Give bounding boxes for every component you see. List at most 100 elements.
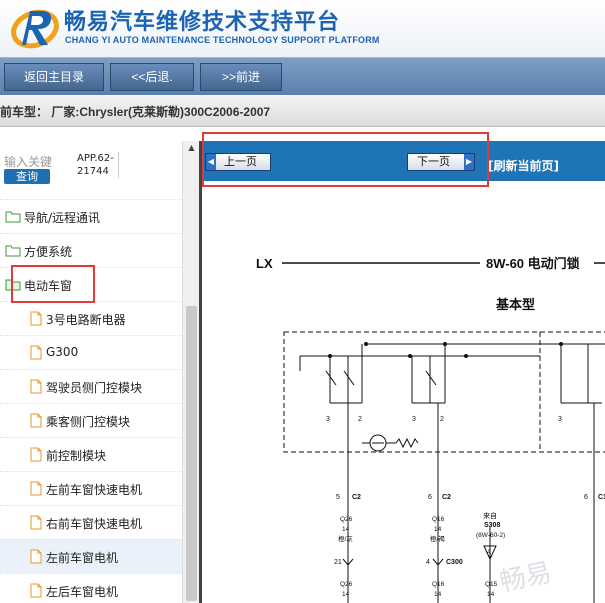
diagram-subtitle: 基本型 (495, 297, 535, 312)
svg-text:Q15: Q15 (485, 581, 498, 588)
svg-text:6: 6 (584, 494, 588, 501)
app-title: 畅易汽车维修技术支持平台 (64, 10, 341, 35)
svg-text:C2: C2 (352, 494, 361, 501)
diagram-from-label: 来自 (483, 511, 497, 520)
svg-text:4: 4 (426, 559, 430, 566)
scroll-thumb[interactable] (186, 306, 197, 601)
tree-item[interactable]: G300 (0, 335, 182, 369)
tree-item[interactable]: 左前车窗快速电机 (0, 471, 182, 505)
svg-text:C2: C2 (442, 494, 451, 501)
svg-text:3: 3 (412, 416, 416, 423)
svg-text:Q26: Q26 (340, 516, 353, 523)
diagram-title: 8W-60 电动门锁 (486, 256, 580, 271)
svg-text:14: 14 (434, 591, 442, 598)
scroll-up-arrow-icon[interactable]: ▲ (183, 143, 199, 157)
arrow-left-icon: ◀ (206, 154, 216, 170)
tree-item-label: 左前车窗电机 (46, 551, 119, 565)
tree-item-label: 方便系统 (24, 245, 73, 259)
prev-page-label: 上一页 (224, 155, 257, 168)
svg-text:14: 14 (487, 591, 495, 598)
forward-button[interactable]: >>前进 (200, 63, 282, 91)
svg-text:Q16: Q16 (432, 516, 445, 523)
logo-icon (11, 9, 59, 49)
search-result-line2: 21744 (77, 166, 109, 177)
svg-text:C300: C300 (446, 559, 463, 566)
wiring-diagram[interactable]: LX 8W-60 电动门锁 基本型 3 2 3 2 3 5 C2 6 C2 6 … (202, 181, 605, 603)
svg-text:5: 5 (336, 494, 340, 501)
search-button[interactable]: 查询 (4, 169, 50, 184)
svg-text:14: 14 (342, 591, 350, 598)
vehicle-info-text: 前车型： 厂家:Chrysler(克莱斯勒)300C2006-2007 (0, 105, 271, 119)
diagram-model: LX (256, 256, 273, 271)
tree-item[interactable]: 电动车窗 (0, 267, 182, 301)
sidebar: 输入关键 查询 APP.62- 21744 导航/远程通讯 方便系统电动车窗 3号电… (0, 141, 199, 603)
tree-item-label: 乘客侧门控模块 (46, 415, 131, 429)
svg-text:2: 2 (440, 416, 444, 423)
content-pane: ◀ 上一页 下一页 ▶ [刷新当前页] LX 8W-60 电动门锁 基本型 3 … (199, 132, 605, 603)
svg-text:6: 6 (428, 494, 432, 501)
svg-text:3: 3 (326, 416, 330, 423)
prev-page-button[interactable]: ◀ 上一页 (205, 153, 271, 171)
document-icon (30, 345, 42, 360)
document-icon (30, 583, 42, 598)
sidebar-scrollbar[interactable]: ▲ (182, 141, 199, 603)
tree-item[interactable]: 左前车窗电机 (0, 539, 182, 573)
folder-open-icon (5, 279, 21, 291)
next-page-button[interactable]: 下一页 ▶ (407, 153, 475, 171)
document-icon (30, 549, 42, 564)
tree-item[interactable]: 右前车窗快速电机 (0, 505, 182, 539)
document-icon (30, 447, 42, 462)
folder-icon (5, 211, 21, 223)
document-icon (30, 379, 42, 394)
tree-item-label: 右前车窗快速电机 (46, 517, 143, 531)
svg-text:2: 2 (358, 416, 362, 423)
tree-item[interactable]: 乘客侧门控模块 (0, 403, 182, 437)
search-result[interactable]: APP.62- 21744 (77, 152, 119, 178)
search-input[interactable]: 输入关键 (4, 153, 52, 170)
svg-text:3: 3 (558, 416, 562, 423)
document-icon (30, 481, 42, 496)
header: 畅易汽车维修技术支持平台 CHANG YI AUTO MAINTENANCE T… (0, 0, 605, 57)
next-page-label: 下一页 (417, 155, 450, 168)
tree-item-label: G300 (46, 345, 79, 359)
tree-item[interactable]: 左后车窗电机 (0, 573, 182, 603)
tree-item-label: 3号电路断电器 (46, 313, 126, 327)
tree-item[interactable]: 3号电路断电器 (0, 301, 182, 335)
folder-icon (5, 245, 21, 257)
content-nav-bar: ◀ 上一页 下一页 ▶ [刷新当前页] (202, 141, 605, 181)
home-button[interactable]: 返回主目录 (4, 63, 104, 91)
svg-text:14: 14 (342, 526, 350, 533)
diagram-splice: S308 (484, 522, 500, 529)
tree-item[interactable]: 方便系统 (0, 233, 182, 267)
svg-text:21: 21 (334, 559, 342, 566)
document-icon (30, 515, 42, 530)
tree-item-label: 电动车窗 (24, 279, 73, 293)
back-button[interactable]: <<后退. (110, 63, 194, 91)
svg-text:橙/褐: 橙/褐 (430, 534, 445, 543)
refresh-page-link[interactable]: [刷新当前页] (488, 157, 559, 174)
tree-item[interactable]: 驾驶员侧门控模块 (0, 369, 182, 403)
svg-text:A: A (487, 550, 491, 556)
app-subtitle: CHANG YI AUTO MAINTENANCE TECHNOLOGY SUP… (65, 35, 380, 45)
watermark: 畅易 (497, 558, 554, 598)
vehicle-info-bar: 前车型： 厂家:Chrysler(克莱斯勒)300C2006-2007 (0, 95, 605, 127)
svg-text:Q26: Q26 (340, 581, 353, 588)
tree-item-label: 前控制模块 (46, 449, 107, 463)
svg-text:14: 14 (434, 526, 442, 533)
tree-item-label: 驾驶员侧门控模块 (46, 381, 143, 395)
tree-item-label: 导航/远程通讯 (24, 211, 101, 225)
arrow-right-icon: ▶ (464, 154, 474, 170)
svg-text:Q16: Q16 (432, 581, 445, 588)
tree-item[interactable]: 导航/远程通讯 (0, 199, 182, 233)
search-result-line1: APP.62- (77, 153, 114, 164)
toolbar: 返回主目录 <<后退. >>前进 (0, 57, 605, 95)
diagram-splice-ref: (8W-60-2) (476, 532, 505, 539)
tree-item-label: 左前车窗快速电机 (46, 483, 143, 497)
document-icon (30, 311, 42, 326)
tree-list: 导航/远程通讯 方便系统电动车窗 3号电路断电器 G300 驾驶员侧门控模块 乘客侧门控模… (0, 199, 182, 603)
tree-item[interactable]: 前控制模块 (0, 437, 182, 471)
svg-text:C1: C1 (598, 494, 605, 501)
document-icon (30, 413, 42, 428)
svg-text:橙/灰: 橙/灰 (338, 534, 353, 543)
tree-item-label: 左后车窗电机 (46, 585, 119, 599)
